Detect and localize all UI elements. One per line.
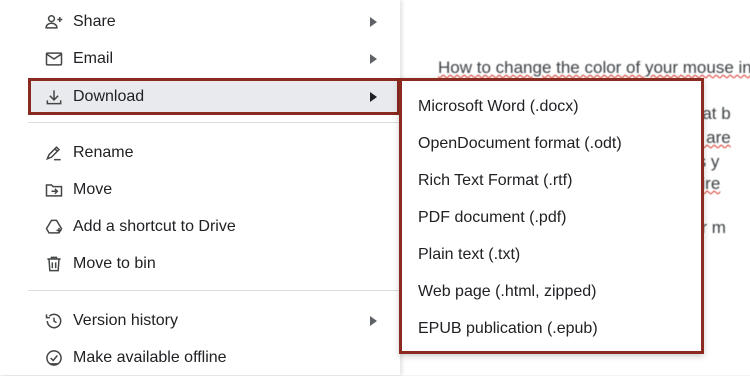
move-folder-icon [44,180,64,200]
menu-item-label: Share [73,12,116,30]
download-option-html[interactable]: Web page (.html, zipped) [402,273,701,310]
menu-item-make-offline[interactable]: Make available offline [0,339,400,376]
menu-item-add-shortcut[interactable]: Add a shortcut to Drive [0,208,400,245]
drive-shortcut-icon [44,217,64,237]
rename-icon [44,143,64,163]
menu-item-rename[interactable]: Rename [0,134,400,171]
menu-item-label: Email [73,49,114,67]
menu-item-label: Move [73,180,113,198]
menu-item-move-to-bin[interactable]: Move to bin [0,245,400,282]
menu-divider [28,290,400,291]
submenu-arrow-icon [370,53,377,64]
menu-item-email[interactable]: Email [0,40,400,77]
menu-item-label: Make available offline [73,348,227,366]
download-option-docx[interactable]: Microsoft Word (.docx) [402,88,701,125]
menu-item-version-history[interactable]: Version history [0,302,400,339]
submenu-arrow-icon [370,315,377,326]
menu-item-move[interactable]: Move [0,171,400,208]
person-add-icon [44,12,64,32]
menu-item-download[interactable]: Download [28,78,400,115]
menu-divider [28,122,400,123]
document-heading: How to change the color of your mouse in [438,58,750,77]
file-menu: Share Email Download Rename Move Add a s… [0,0,400,375]
download-option-epub[interactable]: EPUB publication (.epub) [402,310,701,347]
download-option-odt[interactable]: OpenDocument format (.odt) [402,125,701,162]
menu-item-label: Download [73,87,145,105]
download-submenu: Microsoft Word (.docx) OpenDocument form… [399,78,704,354]
trash-icon [44,254,64,274]
offline-check-icon [44,348,64,368]
menu-item-label: Rename [73,143,134,161]
download-option-rtf[interactable]: Rich Text Format (.rtf) [402,162,701,199]
menu-item-share[interactable]: Share [0,3,400,40]
menu-item-label: Move to bin [73,254,156,272]
menu-item-label: Version history [73,311,178,329]
download-icon [44,87,64,107]
submenu-arrow-icon [370,91,377,102]
email-icon [44,49,64,69]
download-option-txt[interactable]: Plain text (.txt) [402,236,701,273]
history-icon [44,311,64,331]
download-option-pdf[interactable]: PDF document (.pdf) [402,199,701,236]
menu-item-label: Add a shortcut to Drive [73,217,236,235]
submenu-arrow-icon [370,16,377,27]
